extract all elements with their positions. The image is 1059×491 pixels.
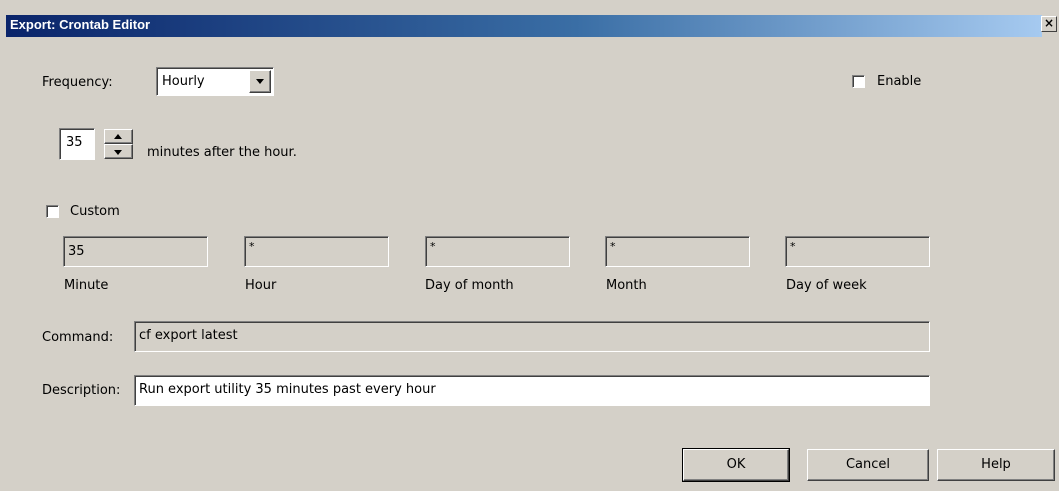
frequency-label: Frequency: xyxy=(42,75,113,90)
enable-label: Enable xyxy=(877,74,922,89)
custom-minute-value: 35 xyxy=(68,244,85,259)
custom-checkbox[interactable] xyxy=(46,205,59,218)
enable-checkbox[interactable] xyxy=(852,75,865,88)
description-value: Run export utility 35 minutes past every… xyxy=(139,382,436,397)
custom-day-of-month-value: * xyxy=(430,240,436,253)
close-icon: × xyxy=(1043,16,1055,30)
close-button[interactable]: × xyxy=(1041,16,1057,32)
description-label: Description: xyxy=(42,383,121,398)
chevron-down-icon xyxy=(256,79,264,84)
spin-up-button[interactable] xyxy=(104,129,133,144)
custom-day-of-month-field[interactable]: * xyxy=(425,236,570,267)
minutes-suffix-label: minutes after the hour. xyxy=(147,145,297,160)
frequency-select[interactable]: Hourly xyxy=(156,67,274,96)
custom-hour-label: Hour xyxy=(245,278,277,293)
title-bar: Export: Crontab Editor × xyxy=(0,0,1059,40)
title-bar-gradient xyxy=(6,15,1042,37)
custom-day-of-week-label: Day of week xyxy=(786,278,867,293)
ok-button[interactable]: OK xyxy=(682,448,790,482)
cancel-button[interactable]: Cancel xyxy=(807,449,929,481)
custom-day-of-month-label: Day of month xyxy=(425,278,514,293)
frequency-dropdown-button[interactable] xyxy=(249,70,271,93)
custom-month-field[interactable]: * xyxy=(605,236,750,267)
custom-month-value: * xyxy=(610,240,616,253)
arrow-up-icon xyxy=(114,134,122,139)
window-title: Export: Crontab Editor xyxy=(10,17,151,32)
custom-month-label: Month xyxy=(606,278,647,293)
minutes-input[interactable]: 35 xyxy=(59,128,95,160)
custom-label: Custom xyxy=(70,204,120,219)
command-value: cf export latest xyxy=(139,328,238,343)
custom-hour-field[interactable]: * xyxy=(244,236,389,267)
custom-minute-field[interactable]: 35 xyxy=(63,236,208,267)
command-field[interactable]: cf export latest xyxy=(134,321,930,352)
description-input[interactable]: Run export utility 35 minutes past every… xyxy=(134,375,930,406)
custom-day-of-week-value: * xyxy=(790,240,796,253)
custom-minute-label: Minute xyxy=(64,278,109,293)
spin-down-button[interactable] xyxy=(104,144,133,159)
help-button[interactable]: Help xyxy=(937,449,1055,481)
custom-hour-value: * xyxy=(249,240,255,253)
frequency-selected-value: Hourly xyxy=(162,74,205,89)
arrow-down-icon xyxy=(114,150,122,155)
command-label: Command: xyxy=(42,330,114,345)
custom-day-of-week-field[interactable]: * xyxy=(785,236,930,267)
minutes-value: 35 xyxy=(66,135,83,150)
